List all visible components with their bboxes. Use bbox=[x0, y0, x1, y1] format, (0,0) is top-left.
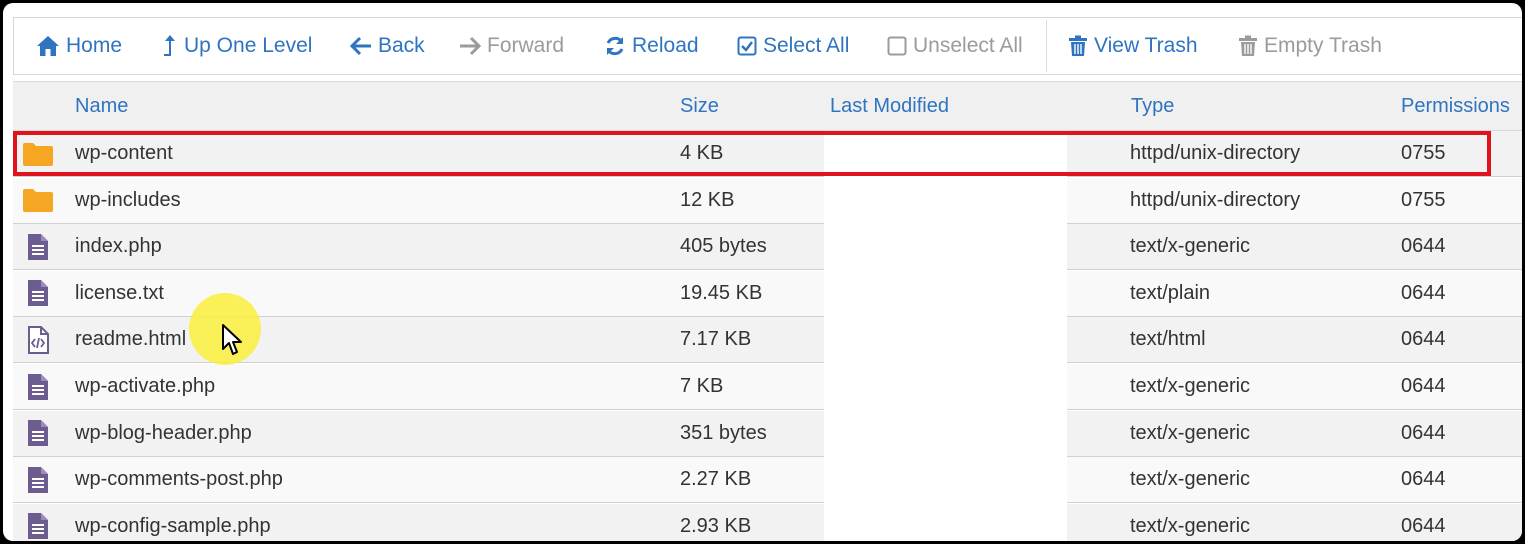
column-header-type[interactable]: Type bbox=[1131, 82, 1174, 130]
trash-icon bbox=[1069, 35, 1087, 56]
file-size: 19.45 KB bbox=[680, 281, 763, 304]
file-icon bbox=[21, 224, 55, 269]
file-type: text/html bbox=[1130, 328, 1206, 351]
file-name[interactable]: wp-config-sample.php bbox=[75, 504, 271, 541]
folder-icon bbox=[21, 178, 55, 223]
reload-button[interactable]: Reload bbox=[604, 18, 699, 74]
empty-trash-button[interactable]: Empty Trash bbox=[1238, 18, 1382, 74]
html-file-icon bbox=[21, 317, 55, 362]
file-type: httpd/unix-directory bbox=[1130, 188, 1301, 211]
arrow-right-icon bbox=[460, 36, 481, 56]
file-icon bbox=[21, 457, 55, 502]
file-icon bbox=[21, 504, 55, 541]
file-name[interactable]: wp-blog-header.php bbox=[75, 411, 252, 456]
table-row[interactable]: wp-comments-post.php 2.27 KB text/x-generi… bbox=[13, 457, 1522, 504]
file-type: text/plain bbox=[1130, 281, 1211, 304]
home-button[interactable]: Home bbox=[36, 18, 122, 74]
file-name[interactable]: wp-comments-post.php bbox=[75, 457, 283, 502]
file-permissions: 0644 bbox=[1401, 235, 1446, 258]
select-all-button[interactable]: Select All bbox=[737, 18, 849, 74]
file-name[interactable]: wp-content bbox=[75, 131, 173, 176]
file-type: text/x-generic bbox=[1130, 468, 1251, 491]
level-up-icon bbox=[164, 35, 175, 56]
file-size: 7 KB bbox=[680, 375, 724, 397]
back-button[interactable]: Back bbox=[350, 18, 425, 74]
file-type: text/x-generic bbox=[1130, 235, 1251, 258]
table-row[interactable]: wp-includes 12 KB httpd/unix-directory 0755 bbox=[13, 177, 1522, 224]
view-trash-button[interactable]: View Trash bbox=[1068, 18, 1198, 74]
unselect-all-button[interactable]: Unselect All bbox=[887, 18, 1023, 74]
file-name[interactable]: wp-includes bbox=[75, 178, 181, 223]
file-permissions: 0755 bbox=[1401, 188, 1446, 211]
file-icon bbox=[21, 364, 55, 409]
file-name[interactable]: index.php bbox=[75, 224, 162, 269]
file-permissions: 0755 bbox=[1401, 142, 1446, 164]
file-size: 2.27 KB bbox=[680, 468, 752, 491]
file-name[interactable]: wp-activate.php bbox=[75, 364, 215, 409]
home-icon bbox=[37, 36, 59, 56]
file-permissions: 0644 bbox=[1401, 468, 1446, 491]
table-row[interactable]: wp-config-sample.php 2.93 KB text/x-generi… bbox=[13, 503, 1522, 541]
file-size: 12 KB bbox=[680, 188, 735, 211]
file-name[interactable]: readme.html bbox=[75, 317, 186, 362]
table-row[interactable]: wp-content 4 KB httpd/unix-directory 0755 bbox=[13, 131, 1522, 177]
column-header-last-modified[interactable]: Last Modified bbox=[830, 82, 949, 130]
file-size: 2.93 KB bbox=[680, 514, 752, 537]
file-size: 405 bytes bbox=[680, 235, 767, 258]
arrow-left-icon bbox=[350, 36, 371, 56]
up-one-level-button[interactable]: Up One Level bbox=[162, 18, 312, 74]
file-name[interactable]: license.txt bbox=[75, 271, 164, 316]
file-size: 4 KB bbox=[680, 142, 724, 164]
last-modified-column-blank bbox=[824, 133, 1067, 541]
table-row[interactable]: wp-activate.php 7 KB text/x-generic 0644 bbox=[13, 364, 1522, 410]
file-size: 7.17 KB bbox=[680, 328, 752, 351]
refresh-icon bbox=[606, 36, 624, 56]
forward-button[interactable]: Forward bbox=[459, 18, 564, 74]
file-permissions: 0644 bbox=[1401, 514, 1446, 537]
toolbar-separator bbox=[1046, 20, 1047, 72]
file-type: httpd/unix-directory bbox=[1130, 142, 1301, 164]
column-header-permissions[interactable]: Permissions bbox=[1401, 82, 1510, 130]
folder-icon bbox=[21, 131, 55, 176]
file-size: 351 bytes bbox=[680, 421, 767, 444]
file-permissions: 0644 bbox=[1401, 375, 1446, 397]
file-icon bbox=[21, 271, 55, 316]
file-permissions: 0644 bbox=[1401, 328, 1446, 351]
file-type: text/x-generic bbox=[1130, 421, 1251, 444]
file-permissions: 0644 bbox=[1401, 281, 1446, 304]
trash-icon bbox=[1239, 35, 1257, 56]
file-type: text/x-generic bbox=[1130, 375, 1251, 397]
table-row[interactable]: index.php 405 bytes text/x-generic 0644 bbox=[13, 224, 1522, 271]
column-header-size[interactable]: Size bbox=[680, 82, 719, 130]
column-header-name[interactable]: Name bbox=[75, 82, 128, 130]
file-permissions: 0644 bbox=[1401, 421, 1446, 444]
mouse-pointer-icon bbox=[222, 324, 242, 355]
table-row[interactable]: wp-blog-header.php 351 bytes text/x-generi… bbox=[13, 410, 1522, 457]
table-header: Name Size Last Modified Type Permissions bbox=[13, 81, 1522, 131]
file-manager-window: Home Up One Level Back Forward Reload Se… bbox=[3, 3, 1522, 541]
file-type: text/x-generic bbox=[1130, 514, 1251, 537]
checkbox-checked-icon bbox=[737, 36, 757, 56]
file-icon bbox=[21, 411, 55, 456]
checkbox-empty-icon bbox=[887, 36, 907, 56]
toolbar: Home Up One Level Back Forward Reload Se… bbox=[13, 17, 1522, 75]
